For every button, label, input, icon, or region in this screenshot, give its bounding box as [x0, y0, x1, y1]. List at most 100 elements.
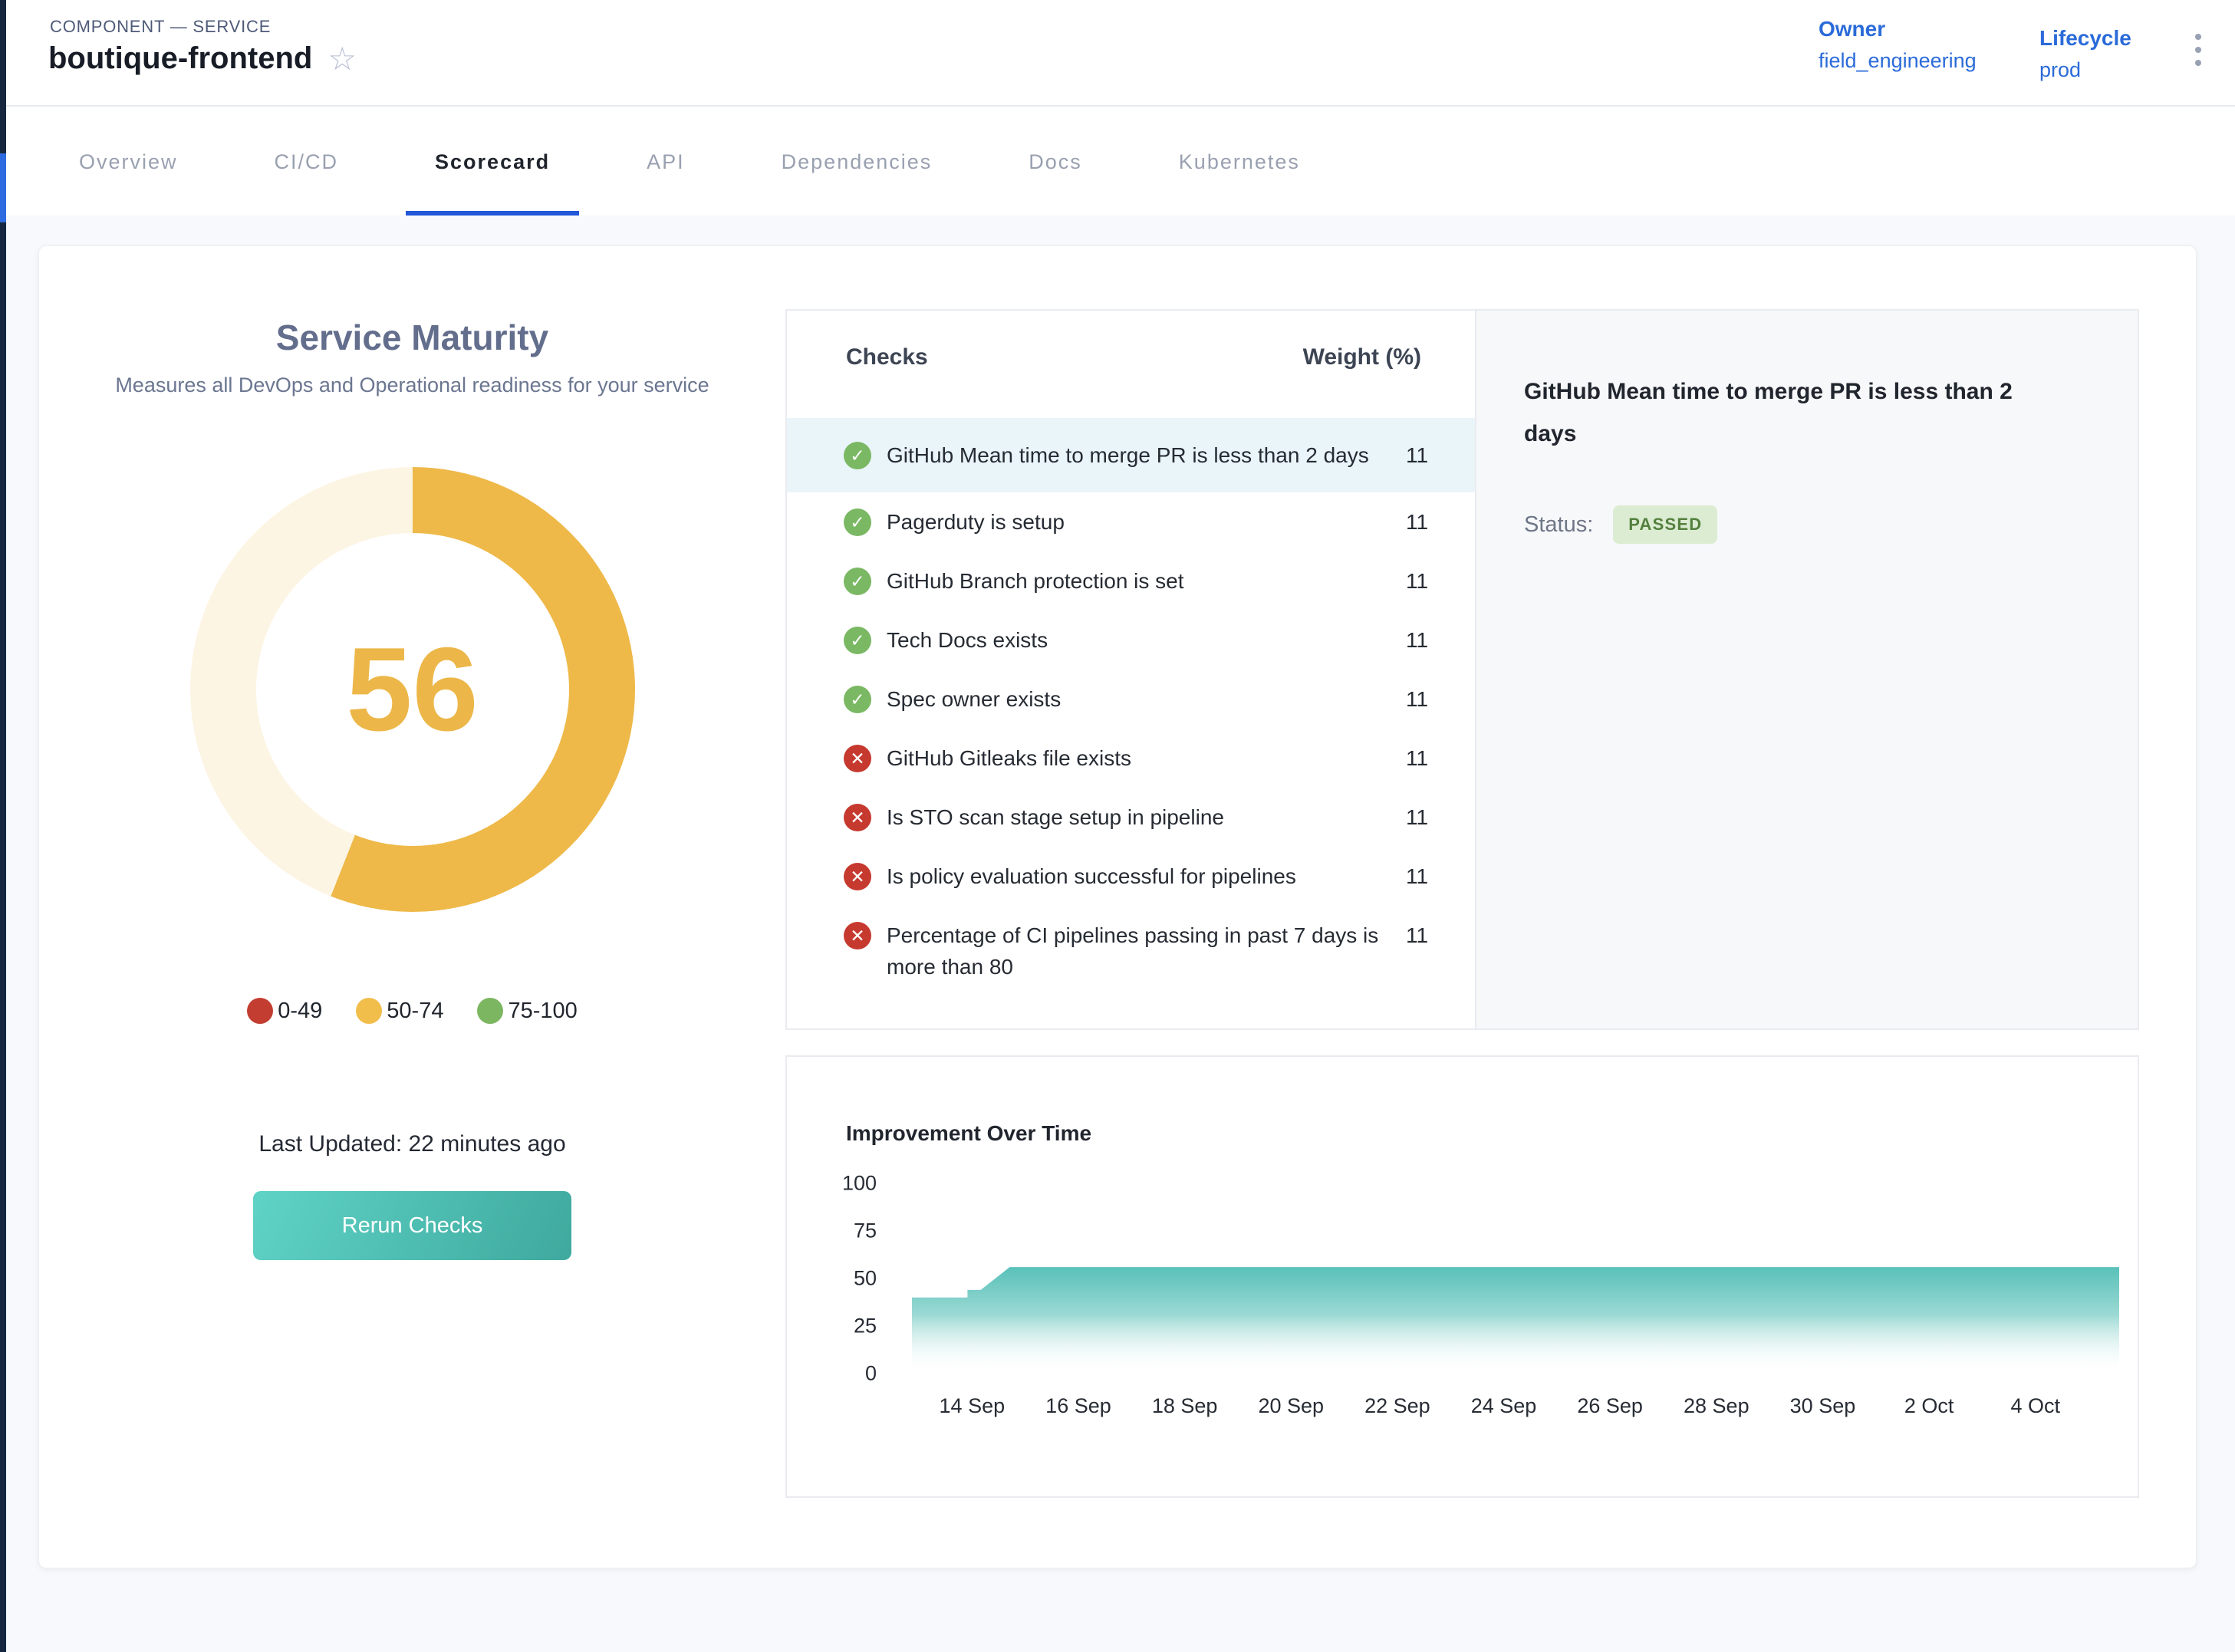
x-tick-label: 22 Sep [1345, 1394, 1451, 1418]
check-row-is-sto-scan-stage-setup-in-pipeline[interactable]: ✕Is STO scan stage setup in pipeline11 [787, 788, 1475, 847]
owner-block: Owner field_engineering [1819, 17, 1977, 73]
check-circle-icon: ✓ [844, 508, 871, 536]
area-chart [912, 1183, 2119, 1374]
rerun-checks-button[interactable]: Rerun Checks [253, 1191, 571, 1260]
chart-title: Improvement Over Time [846, 1121, 1091, 1146]
x-circle-icon: ✕ [844, 863, 871, 890]
legend-label: 75-100 [508, 999, 577, 1024]
x-tick-label: 28 Sep [1663, 1394, 1769, 1418]
check-detail-title: GitHub Mean time to merge PR is less tha… [1524, 370, 2061, 455]
check-name: GitHub Gitleaks file exists [887, 742, 1384, 774]
chart-y-axis: 100 75 50 25 0 [787, 1057, 877, 1496]
star-icon[interactable]: ☆ [328, 43, 357, 75]
check-row-github-branch-protection-is-set[interactable]: ✓ GitHub Branch protection is set 11 [787, 551, 1475, 610]
check-name: GitHub Mean time to merge PR is less tha… [887, 439, 1384, 471]
check-row-github-gitleaks-file-exists[interactable]: ✕GitHub Gitleaks file exists11 [787, 729, 1475, 788]
check-row-tech-docs-exists[interactable]: ✓Tech Docs exists11 [787, 610, 1475, 670]
check-name: Pagerduty is setup [887, 506, 1384, 538]
check-weight: 11 [1406, 506, 1461, 538]
x-tick-label: 20 Sep [1238, 1394, 1345, 1418]
lifecycle-value: prod [2039, 58, 2131, 82]
x-tick-label: 26 Sep [1557, 1394, 1664, 1418]
scorecard-title: Service Maturity [39, 317, 785, 358]
tab-api[interactable]: API [617, 108, 714, 216]
check-weight: 11 [1406, 742, 1461, 774]
tab-ci-cd[interactable]: CI/CD [245, 108, 368, 216]
x-tick-label: 16 Sep [1025, 1394, 1132, 1418]
x-tick-label: 2 Oct [1876, 1394, 1983, 1418]
kebab-menu-icon[interactable] [2191, 29, 2206, 71]
legend-label: 0-49 [278, 999, 322, 1024]
y-tick-label: 25 [854, 1315, 877, 1338]
check-row-pagerduty-is-setup[interactable]: ✓ Pagerduty is setup 11 [787, 492, 1475, 551]
checks-rows: ✓ GitHub Mean time to merge PR is less th… [787, 390, 1475, 996]
chart-x-axis: 14 Sep16 Sep18 Sep20 Sep22 Sep24 Sep26 S… [919, 1394, 2089, 1418]
weight-column-header: Weight (%) [1303, 344, 1421, 370]
check-detail-panel: GitHub Mean time to merge PR is less tha… [1475, 311, 2138, 1028]
check-row-github-mean-time-to-merge-pr-is-less-tha[interactable]: ✓ GitHub Mean time to merge PR is less th… [787, 418, 1475, 492]
legend-dot-icon [247, 998, 273, 1024]
lifecycle-label: Lifecycle [2039, 26, 2131, 51]
tab-label: CI/CD [275, 150, 339, 174]
check-name: Percentage of CI pipelines passing in pa… [887, 920, 1384, 982]
legend-item-50-74: 50-74 [356, 998, 443, 1024]
scorecard-card: Service Maturity Measures all DevOps and… [38, 245, 2197, 1568]
lifecycle-block: Lifecycle prod [2039, 26, 2131, 82]
maturity-summary: Service Maturity Measures all DevOps and… [39, 246, 785, 1260]
check-weight: 11 [1406, 861, 1461, 892]
check-circle-icon: ✓ [844, 568, 871, 595]
check-weight: 11 [1406, 624, 1461, 656]
x-tick-label: 24 Sep [1450, 1394, 1557, 1418]
score-value: 56 [190, 467, 635, 912]
status-label: Status: [1524, 512, 1593, 538]
tab-scorecard[interactable]: Scorecard [406, 108, 579, 216]
content-area: Service Maturity Measures all DevOps and… [6, 216, 2235, 1652]
tab-label: Overview [79, 150, 178, 174]
tab-overview[interactable]: Overview [50, 108, 207, 216]
y-tick-label: 75 [854, 1219, 877, 1243]
x-circle-icon: ✕ [844, 922, 871, 949]
check-row-is-policy-evaluation-successful-for-pipe[interactable]: ✕ Is policy evaluation successful for pip… [787, 847, 1475, 906]
check-row-spec-owner-exists[interactable]: ✓ Spec owner exists 11 [787, 670, 1475, 729]
check-row-percentage-of-ci-pipelines-passing-in-pa[interactable]: ✕ Percentage of CI pipelines passing in p… [787, 906, 1475, 996]
last-updated-text: Last Updated: 22 minutes ago [39, 1131, 785, 1157]
breadcrumb: COMPONENT — SERVICE [50, 17, 271, 37]
check-weight: 11 [1406, 683, 1461, 715]
check-circle-icon: ✓ [844, 442, 871, 469]
tab-dependencies[interactable]: Dependencies [752, 108, 962, 216]
check-weight: 11 [1406, 920, 1461, 951]
x-tick-label: 4 Oct [1982, 1394, 2089, 1418]
legend-dot-icon [477, 998, 503, 1024]
checks-column-header: Checks [846, 344, 928, 370]
check-name: GitHub Branch protection is set [887, 565, 1384, 597]
tab-label: Scorecard [435, 150, 550, 174]
legend-label: 50-74 [387, 999, 443, 1024]
owner-value[interactable]: field_engineering [1819, 49, 1977, 73]
status-badge: PASSED [1613, 505, 1717, 544]
tab-label: API [647, 150, 685, 174]
check-name: Spec owner exists [887, 683, 1384, 715]
x-circle-icon: ✕ [844, 804, 871, 831]
legend-dot-icon [356, 998, 382, 1024]
y-tick-label: 0 [865, 1362, 877, 1386]
check-weight: 11 [1406, 439, 1461, 471]
tab-docs[interactable]: Docs [999, 108, 1111, 216]
scorecard-subtitle: Measures all DevOps and Operational read… [75, 370, 750, 400]
y-tick-label: 100 [842, 1172, 877, 1196]
check-name: Is policy evaluation successful for pipe… [887, 861, 1384, 892]
y-tick-label: 50 [854, 1267, 877, 1291]
tab-kubernetes[interactable]: Kubernetes [1150, 108, 1329, 216]
check-circle-icon: ✓ [844, 627, 871, 654]
tab-bar: Overview CI/CD Scorecard API Dependencies Doc… [6, 108, 2235, 216]
sidebar-active-indicator [0, 153, 6, 222]
check-weight: 11 [1406, 565, 1461, 597]
checks-section: Checks Weight (%) ✓ GitHub Mean time to m… [785, 309, 2139, 1030]
improvement-chart-section: Improvement Over Time 1007550250 14 Sep1… [785, 1055, 2139, 1498]
checks-list: Checks Weight (%) ✓ GitHub Mean time to m… [787, 311, 1475, 1028]
legend-item-75-100: 75-100 [477, 998, 577, 1024]
x-tick-label: 14 Sep [919, 1394, 1025, 1418]
collapsed-sidebar[interactable] [0, 0, 6, 1652]
check-circle-icon: ✓ [844, 686, 871, 713]
score-legend: 0-49 50-74 75-100 [39, 998, 785, 1024]
page-title: boutique-frontend [48, 41, 312, 76]
